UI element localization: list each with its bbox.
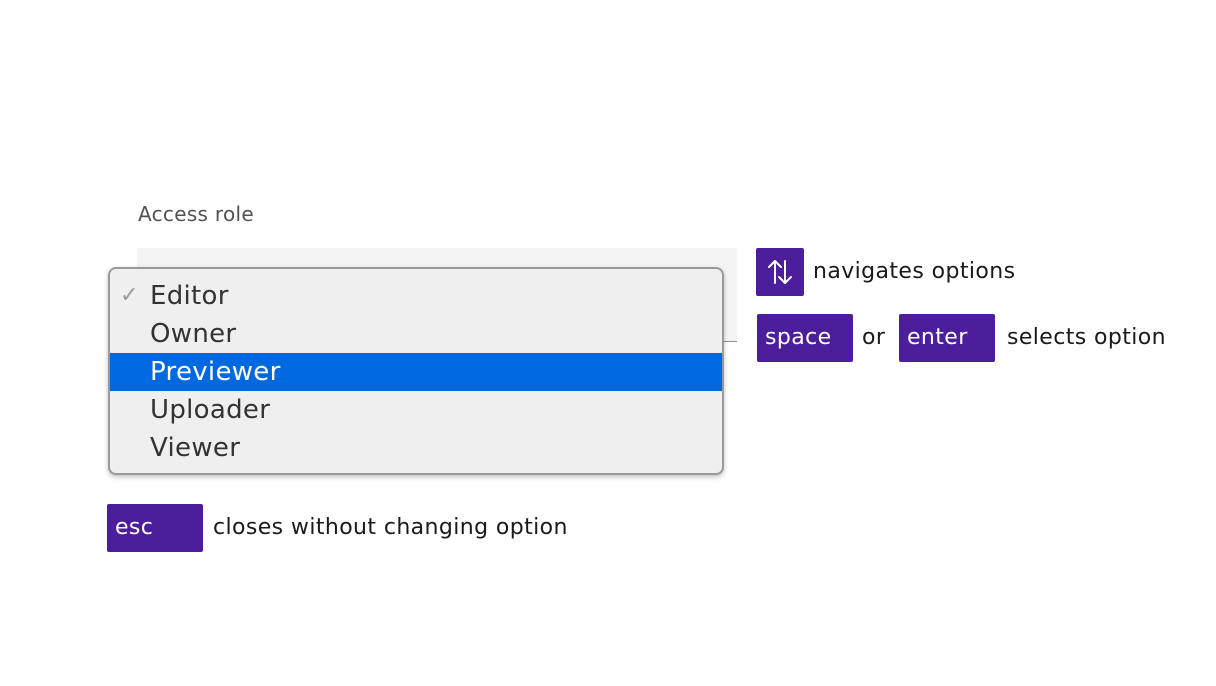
option-uploader[interactable]: Uploader [110, 391, 722, 429]
options-listbox[interactable]: ✓ Editor Owner Previewer Uploader Viewer [108, 267, 724, 475]
esc-key-badge: esc [107, 504, 203, 552]
option-label: Editor [150, 281, 229, 311]
option-previewer[interactable]: Previewer [110, 353, 722, 391]
field-label: Access role [138, 202, 255, 226]
space-key-badge: space [757, 314, 853, 362]
option-viewer[interactable]: Viewer [110, 429, 722, 467]
option-label: Previewer [150, 357, 281, 387]
keyboard-interaction-diagram: Access role ✓ Editor Owner Previewer Upl… [0, 0, 1216, 686]
arrow-keys-badge [756, 248, 804, 296]
up-down-arrows-icon [768, 260, 792, 284]
option-label: Owner [150, 319, 237, 349]
enter-key-badge: enter [899, 314, 995, 362]
option-label: Uploader [150, 395, 271, 425]
or-text: or [862, 325, 886, 350]
option-editor[interactable]: ✓ Editor [110, 277, 722, 315]
checkmark-icon: ✓ [120, 283, 139, 308]
option-owner[interactable]: Owner [110, 315, 722, 353]
navigate-description: navigates options [813, 259, 1016, 284]
option-label: Viewer [150, 433, 241, 463]
esc-description: closes without changing option [213, 515, 568, 540]
select-description: selects option [1007, 325, 1166, 350]
